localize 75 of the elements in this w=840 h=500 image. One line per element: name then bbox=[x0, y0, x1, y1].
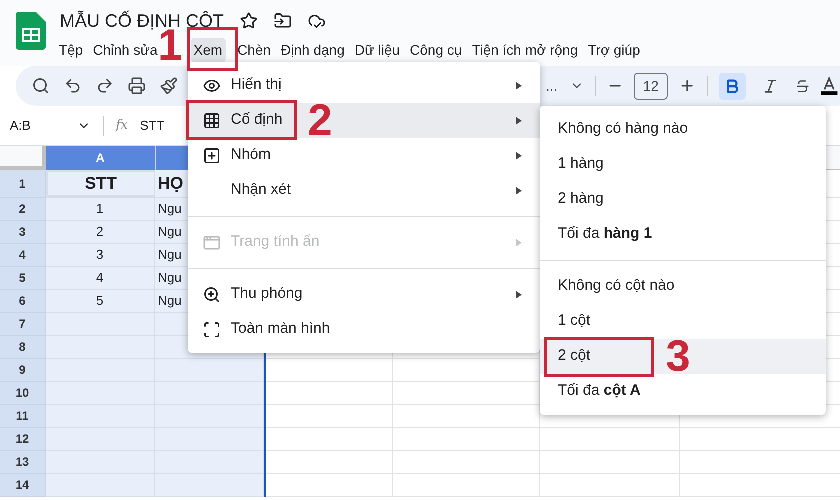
table-cell-text: 4 bbox=[96, 269, 104, 288]
redo-icon[interactable] bbox=[96, 77, 114, 95]
menu-option[interactable]: Thu phóng bbox=[203, 283, 303, 306]
row-header[interactable]: 10 bbox=[0, 382, 46, 405]
row-header[interactable]: 13 bbox=[0, 451, 46, 474]
table-cell-text: 1 bbox=[96, 200, 104, 218]
menu-option[interactable]: 2 cột bbox=[558, 345, 591, 368]
row-header[interactable]: 2 bbox=[0, 198, 46, 221]
menu-item[interactable]: Tệp bbox=[56, 38, 86, 63]
menu-option[interactable]: Nhận xét bbox=[203, 179, 292, 202]
table-cell-text: STT bbox=[84, 172, 118, 195]
row-header[interactable]: 8 bbox=[0, 336, 46, 359]
row-header[interactable]: 14 bbox=[0, 474, 46, 497]
bold-button[interactable] bbox=[718, 72, 746, 100]
menu-item[interactable]: Chèn bbox=[234, 38, 274, 63]
menu-option[interactable]: Tối đa cột A bbox=[558, 380, 641, 403]
row-header[interactable]: 12 bbox=[0, 428, 46, 451]
function-label: fx bbox=[116, 116, 128, 135]
row-header[interactable]: 9 bbox=[0, 359, 46, 382]
menu-item[interactable]: Chỉnh sửa bbox=[90, 38, 161, 63]
table-cell-text: 3 bbox=[96, 246, 104, 264]
font-dropdown[interactable]: ... bbox=[544, 76, 584, 96]
print-icon[interactable] bbox=[128, 77, 146, 95]
table-cell-text: HỌ bbox=[158, 172, 184, 195]
column-header[interactable]: A bbox=[46, 146, 156, 170]
table-cell-text: Ngu bbox=[158, 269, 182, 288]
step-number: 3 bbox=[666, 335, 690, 379]
row-header[interactable]: 5 bbox=[0, 267, 46, 290]
plus-box-icon bbox=[203, 146, 221, 164]
table-cell-text: Ngu bbox=[158, 223, 182, 242]
table-cell-text: Ngu bbox=[158, 292, 182, 310]
zoom-icon bbox=[203, 286, 221, 304]
row-header[interactable]: 3 bbox=[0, 221, 46, 244]
menu-item[interactable]: Trợ giúp bbox=[585, 38, 644, 63]
name-box[interactable]: A:B bbox=[10, 116, 65, 136]
row-header[interactable]: 4 bbox=[0, 244, 46, 267]
step-number: 2 bbox=[308, 99, 332, 143]
sheet-icon bbox=[203, 234, 221, 252]
formula-field[interactable]: STT bbox=[140, 116, 165, 136]
row-header[interactable]: 1 bbox=[0, 170, 46, 198]
undo-icon[interactable] bbox=[64, 77, 82, 95]
menu-option[interactable]: Hiển thị bbox=[203, 74, 282, 97]
table-cell-text: Ngu bbox=[158, 200, 182, 218]
menu-item[interactable]: Định dạng bbox=[278, 38, 348, 63]
menu-option[interactable]: 1 hàng bbox=[558, 153, 604, 176]
menu-item[interactable]: Tiện ích mở rộng bbox=[469, 38, 582, 63]
row-header[interactable]: 7 bbox=[0, 313, 46, 336]
search-icon[interactable] bbox=[32, 77, 50, 95]
spreadsheet-logo-icon[interactable] bbox=[16, 12, 46, 50]
grid-icon bbox=[203, 112, 221, 130]
folder-icon[interactable] bbox=[274, 12, 292, 30]
menu-option[interactable]: Tối đa hàng 1 bbox=[558, 223, 652, 246]
menu-option[interactable]: Không có cột nào bbox=[558, 275, 675, 298]
menu-option[interactable]: 2 hàng bbox=[558, 188, 604, 211]
paint-format-icon[interactable] bbox=[160, 77, 178, 95]
menu-option[interactable]: Không có hàng nào bbox=[558, 118, 688, 141]
row-header[interactable]: 6 bbox=[0, 290, 46, 313]
menu-item[interactable]: Xem bbox=[190, 38, 226, 63]
highlight-frame bbox=[187, 27, 238, 71]
star-icon[interactable] bbox=[240, 12, 258, 30]
menu-option[interactable]: Cố định bbox=[203, 109, 283, 132]
font-size-field[interactable]: 12 bbox=[634, 72, 668, 100]
strikethrough-icon[interactable] bbox=[794, 78, 810, 94]
table-cell-text: 2 bbox=[96, 223, 104, 242]
table-cell-text: 5 bbox=[96, 292, 104, 310]
menu-option[interactable]: 1 cột bbox=[558, 310, 591, 333]
menu-item[interactable]: Dữ liệu bbox=[352, 38, 404, 63]
table-cell-text: Ngu bbox=[158, 246, 182, 264]
menu-item[interactable]: Công cụ bbox=[407, 38, 466, 63]
menu-option[interactable]: Nhóm bbox=[203, 144, 272, 167]
fullscreen-icon bbox=[203, 320, 221, 338]
cloud-check-icon[interactable] bbox=[308, 12, 326, 30]
text-color-icon[interactable] bbox=[821, 76, 838, 96]
row-header[interactable]: 11 bbox=[0, 405, 46, 428]
menu-option[interactable]: Toàn màn hình bbox=[203, 318, 330, 341]
